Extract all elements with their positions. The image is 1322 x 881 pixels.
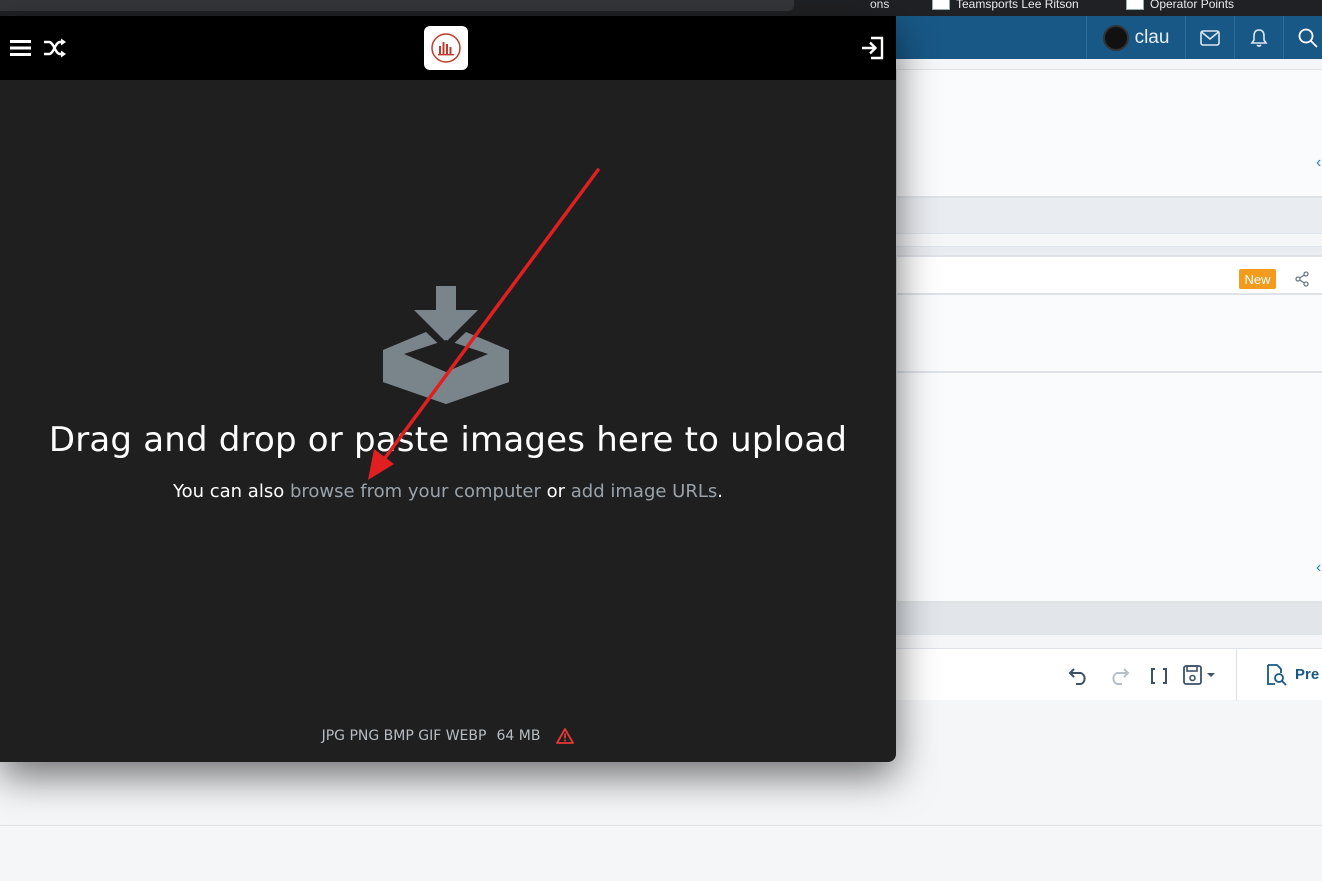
alerts-button[interactable] xyxy=(1234,16,1283,59)
subline-or: or xyxy=(540,481,571,502)
username: clau xyxy=(1134,26,1170,48)
search-button[interactable] xyxy=(1283,16,1322,59)
upload-modal: Drag and drop or paste images here to up… xyxy=(0,16,896,762)
forum-divider xyxy=(896,246,1322,256)
reply-section-bar xyxy=(896,602,1322,635)
forum-panel xyxy=(896,69,1322,197)
upload-limits: JPG PNG BMP GIF WEBP 64 MB xyxy=(0,728,896,744)
allowed-formats: JPG PNG BMP GIF WEBP xyxy=(321,728,487,744)
upload-tray-icon xyxy=(383,286,509,404)
bookmark-favicon xyxy=(932,0,950,10)
post-area xyxy=(896,372,1322,602)
bookmark-item[interactable]: ons xyxy=(870,0,889,12)
new-badge: New xyxy=(1239,269,1276,289)
user-menu[interactable]: clau xyxy=(1086,16,1185,59)
bookmark-label: ons xyxy=(870,0,890,11)
menu-icon[interactable] xyxy=(10,39,31,57)
save-draft-icon[interactable] xyxy=(1183,665,1219,685)
bookmark-item[interactable]: Teamsports Lee Ritson xyxy=(932,0,1079,12)
modal-topbar xyxy=(0,16,896,80)
redo-icon[interactable] xyxy=(1108,665,1130,685)
browse-computer-link[interactable]: browse from your computer xyxy=(290,481,541,502)
address-bar[interactable] xyxy=(0,0,794,11)
inbox-button[interactable] xyxy=(1185,16,1234,59)
undo-icon[interactable] xyxy=(1068,665,1090,685)
bell-icon xyxy=(1250,28,1268,47)
avatar xyxy=(1102,24,1129,51)
preview-label: Pre xyxy=(1295,666,1320,683)
sign-in-icon[interactable] xyxy=(861,36,885,60)
bookmark-item[interactable]: Operator Points xyxy=(1126,0,1234,12)
bookmark-label: Teamsports Lee Ritson xyxy=(956,0,1079,11)
add-image-urls-link[interactable]: add image URLs xyxy=(571,481,717,502)
subline-prefix: You can also xyxy=(173,481,290,502)
brackets-icon[interactable] xyxy=(1150,667,1168,685)
forum-header: clau xyxy=(896,16,1322,59)
preview-icon xyxy=(1267,663,1287,686)
preview-button[interactable]: Pre xyxy=(1236,648,1322,701)
upload-headline: Drag and drop or paste images here to up… xyxy=(48,420,848,460)
share-icon[interactable] xyxy=(1294,271,1310,287)
subline-suffix: . xyxy=(717,481,723,502)
search-icon xyxy=(1298,28,1318,48)
upload-subline: You can also browse from your computer o… xyxy=(0,481,896,502)
shuffle-icon[interactable] xyxy=(43,38,67,58)
forum-section-bar xyxy=(896,197,1322,234)
envelope-icon xyxy=(1200,29,1220,46)
chevron-left-icon[interactable]: ‹ xyxy=(1316,154,1321,172)
editor-toolbar: Pre xyxy=(896,648,1322,701)
warning-icon[interactable] xyxy=(556,728,575,744)
site-logo[interactable] xyxy=(424,26,468,70)
bookmark-favicon xyxy=(1126,0,1144,10)
post-area xyxy=(896,294,1322,372)
browser-chrome: ons Teamsports Lee Ritson Operator Point… xyxy=(0,0,1322,16)
bookmark-label: Operator Points xyxy=(1150,0,1235,11)
logo-icon xyxy=(431,33,461,63)
chevron-left-icon[interactable]: ‹ xyxy=(1316,559,1321,577)
page-divider xyxy=(0,825,1322,826)
max-file-size: 64 MB xyxy=(496,728,541,744)
